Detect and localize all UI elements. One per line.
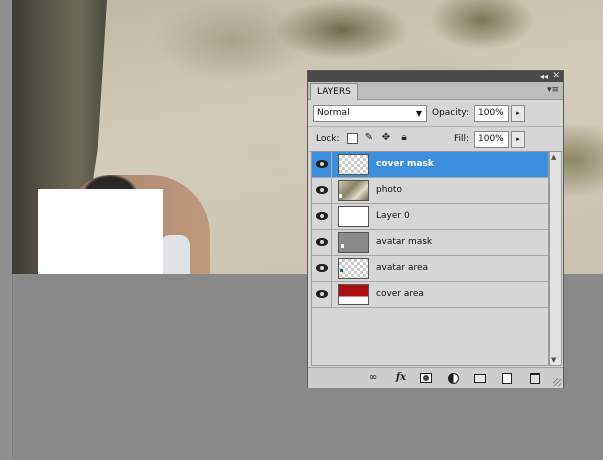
layer-row-avatar-area[interactable]: avatar area <box>312 256 548 282</box>
avatar-placeholder-box <box>38 189 163 274</box>
eye-icon <box>316 160 328 168</box>
layer-thumbnail <box>338 180 369 201</box>
layer-thumbnail <box>338 232 369 253</box>
layer-name: cover area <box>376 289 424 299</box>
visibility-toggle[interactable] <box>312 152 332 177</box>
panel-title-bar[interactable]: ◂◂ ✕ <box>308 71 563 82</box>
panel-menu-icon[interactable]: ▾≡ <box>547 84 559 96</box>
clip-indicator-icon <box>341 244 344 248</box>
layer-name: avatar mask <box>376 237 433 247</box>
lock-icon[interactable]: 🔒︎ <box>398 132 410 144</box>
layer-name: photo <box>376 185 402 195</box>
opacity-input[interactable]: 100% <box>474 105 509 122</box>
fill-slider-button[interactable]: ▸ <box>511 131 525 148</box>
close-icon[interactable]: ✕ <box>552 71 560 82</box>
layer-thumbnail <box>338 284 369 305</box>
new-layer-icon[interactable] <box>502 373 512 384</box>
folder-icon[interactable] <box>474 374 486 383</box>
layer-thumbnail <box>338 258 369 279</box>
eye-icon <box>316 290 328 298</box>
resize-grip-icon[interactable] <box>553 378 561 386</box>
blend-mode-value: Normal <box>317 108 350 118</box>
visibility-toggle[interactable] <box>312 204 332 229</box>
eye-icon <box>316 186 328 194</box>
layer-name: Layer 0 <box>376 211 410 221</box>
eye-icon <box>316 212 328 220</box>
layer-name: cover mask <box>376 159 434 169</box>
eye-icon <box>316 264 328 272</box>
fill-label: Fill: <box>454 134 470 144</box>
tab-layers[interactable]: LAYERS <box>310 83 358 100</box>
shape-indicator-icon <box>340 269 343 272</box>
link-layers-icon[interactable]: ∞ <box>364 371 382 385</box>
visibility-toggle[interactable] <box>312 256 332 281</box>
trash-icon[interactable] <box>530 373 540 384</box>
layer-list-scrollbar[interactable]: ▲ ▼ <box>549 151 562 366</box>
person-shirt-image <box>160 235 190 274</box>
layer-row-photo[interactable]: photo <box>312 178 548 204</box>
eye-icon <box>316 238 328 246</box>
clip-indicator-icon <box>339 194 342 198</box>
visibility-toggle[interactable] <box>312 178 332 203</box>
layers-bottom-toolbar: ∞ fx <box>308 367 563 388</box>
layer-thumbnail <box>338 154 369 175</box>
layer-row-cover-area[interactable]: cover area <box>312 282 548 308</box>
chevron-down-icon: ▼ <box>415 109 422 118</box>
layers-panel[interactable]: ◂◂ ✕ LAYERS ▾≡ Normal ▼ Opacity: 100% ▸ … <box>307 70 564 388</box>
fill-input[interactable]: 100% <box>474 131 509 148</box>
blend-mode-select[interactable]: Normal ▼ <box>313 105 427 122</box>
visibility-toggle[interactable] <box>312 282 332 307</box>
adjustment-layer-icon[interactable] <box>448 373 459 384</box>
lock-transparent-pixels-icon[interactable] <box>347 133 358 144</box>
scroll-down-icon[interactable]: ▼ <box>551 356 556 364</box>
move-icon[interactable]: ✥ <box>380 132 392 144</box>
lock-row: Lock: ✎ ✥ 🔒︎ Fill: 100% ▸ <box>308 126 563 152</box>
scroll-up-icon[interactable]: ▲ <box>551 153 556 161</box>
add-mask-icon[interactable] <box>420 373 432 383</box>
layer-thumbnail <box>338 206 369 227</box>
brush-icon[interactable]: ✎ <box>363 132 375 144</box>
layer-list[interactable]: cover mask photo Layer 0 avatar mask ava… <box>311 151 549 366</box>
layer-row-avatar-mask[interactable]: avatar mask <box>312 230 548 256</box>
fx-icon[interactable]: fx <box>392 371 410 385</box>
opacity-label: Opacity: <box>432 108 469 118</box>
collapse-icon[interactable]: ◂◂ <box>540 71 548 82</box>
panel-tab-row: LAYERS ▾≡ <box>308 82 563 100</box>
layer-row-cover-mask[interactable]: cover mask <box>312 152 548 178</box>
layer-row-layer-0[interactable]: Layer 0 <box>312 204 548 230</box>
lock-label: Lock: <box>316 134 340 144</box>
visibility-toggle[interactable] <box>312 230 332 255</box>
opacity-slider-button[interactable]: ▸ <box>511 105 525 122</box>
layer-name: avatar area <box>376 263 429 273</box>
